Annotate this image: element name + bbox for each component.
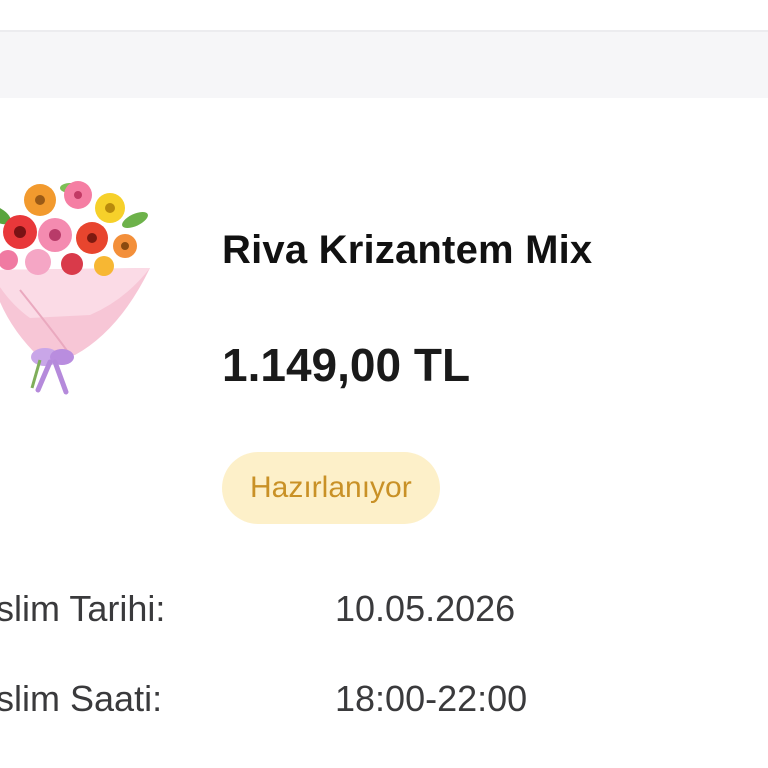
product-name: Riva Krizantem Mix [222,228,593,272]
header-bar [0,32,768,98]
status-badge: Hazırlanıyor [222,452,440,524]
delivery-date-label: Teslim Tarihi: [0,588,300,630]
product-price: 1.149,00 TL [222,339,471,391]
delivery-time-label-text: Teslim Saati: [0,678,163,719]
delivery-date-label-text: Teslim Tarihi: [0,588,166,629]
flower-bouquet-image [0,181,150,395]
delivery-time-value: 18:00-22:00 [335,678,528,719]
top-strip [0,0,768,30]
delivery-date-value: 10.05.2026 [335,588,516,629]
delivery-time-label: Teslim Saati: [0,678,300,720]
